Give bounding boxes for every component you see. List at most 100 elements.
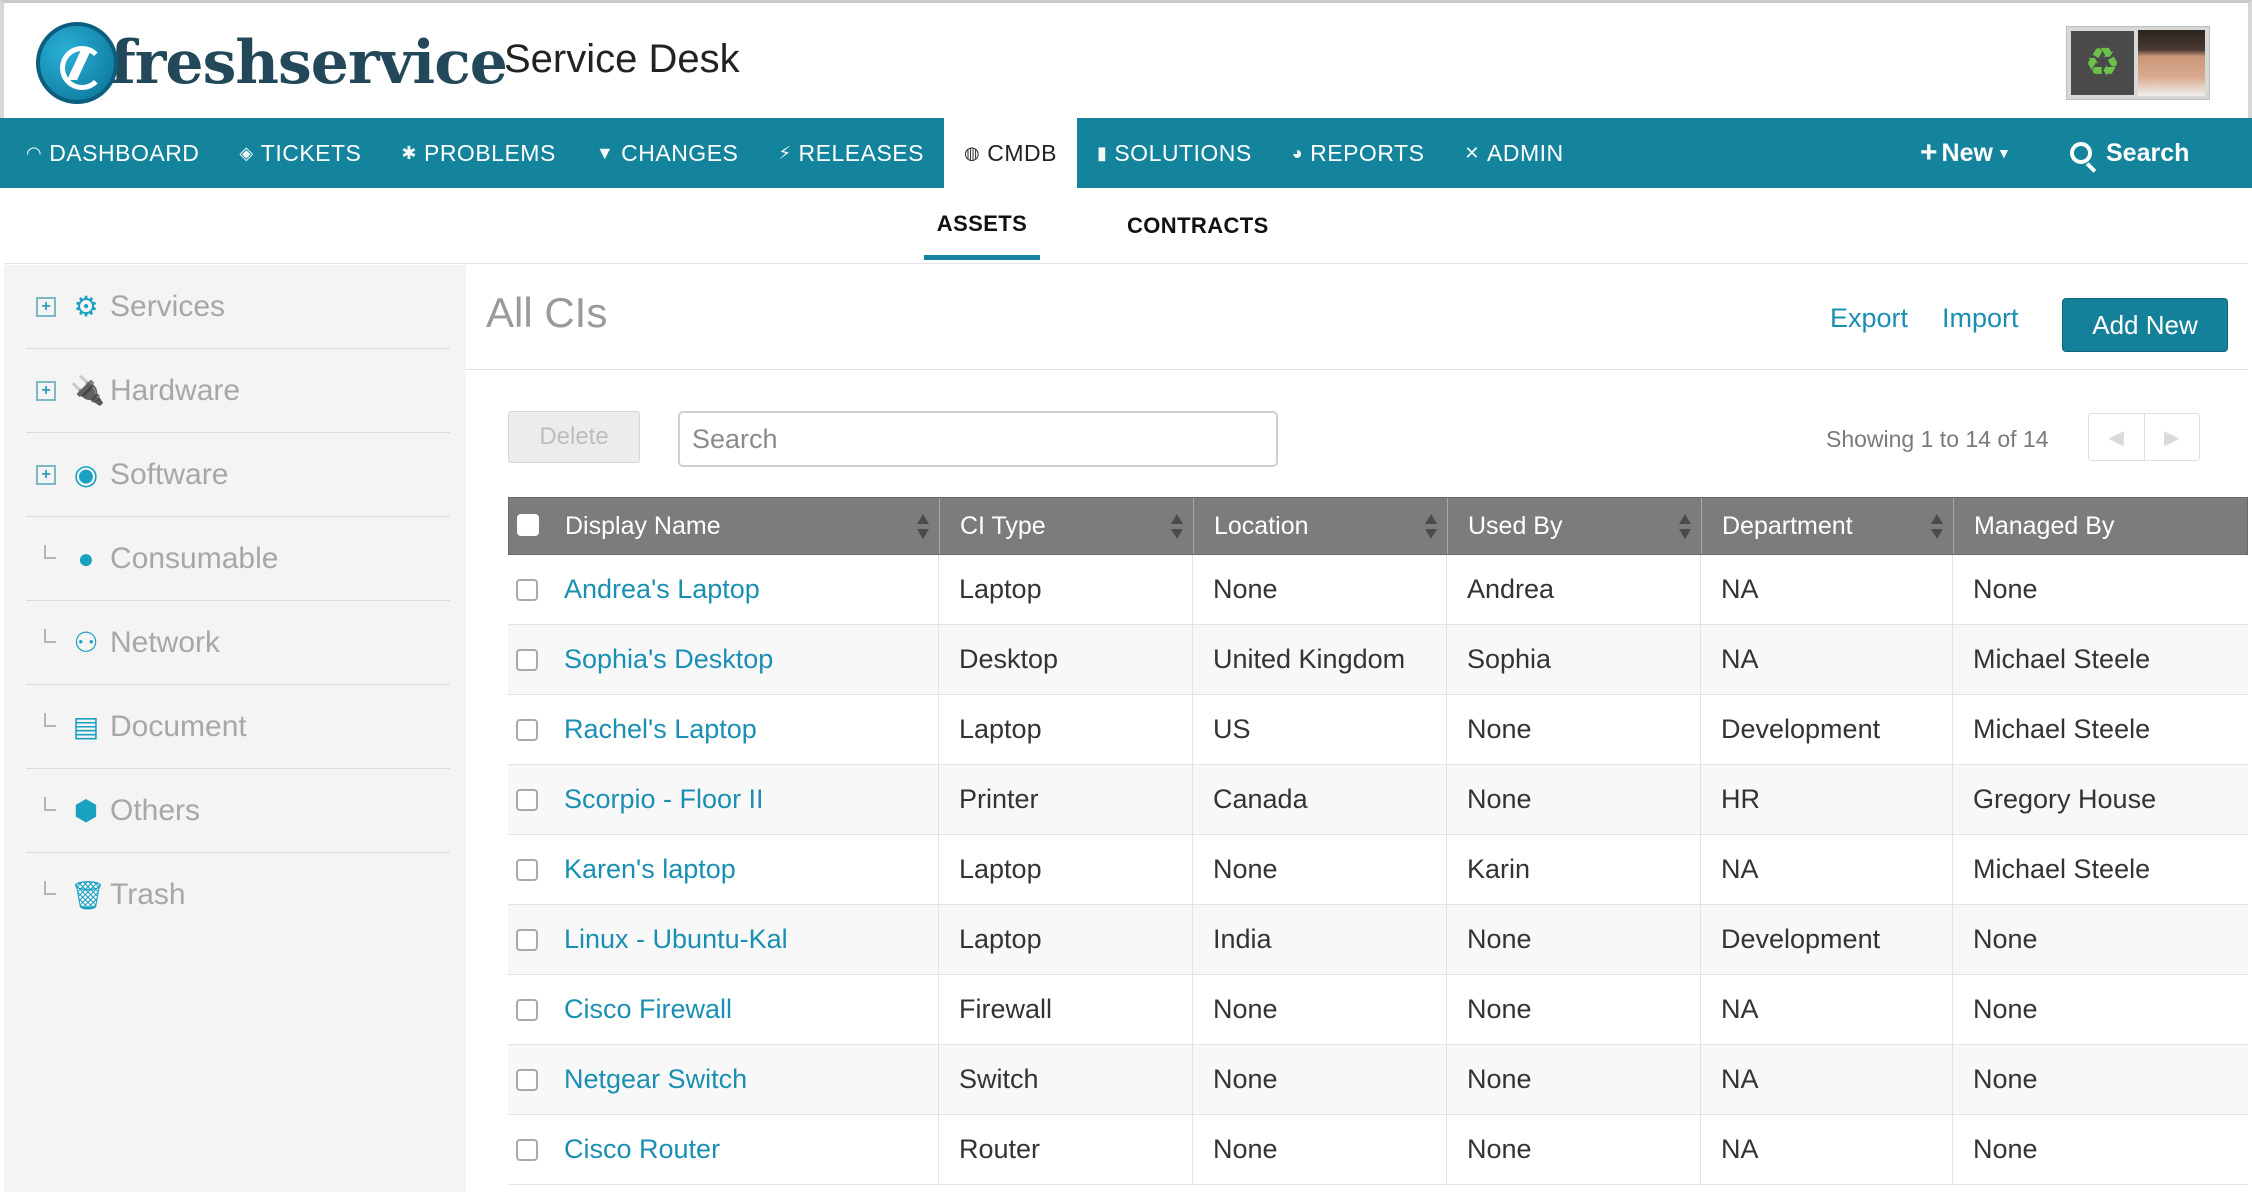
nav-dashboard[interactable]: ◠ DASHBOARD (0, 118, 219, 188)
caret-down-icon: ▼ (1996, 145, 2011, 161)
select-all-checkbox[interactable] (517, 514, 539, 536)
sidebar-item-document[interactable]: ▤ Document (26, 685, 450, 769)
cell-text: Sophia (1467, 644, 1552, 674)
ci-search-input[interactable] (678, 411, 1278, 467)
expand-icon[interactable]: + (36, 380, 56, 401)
ci-name-link[interactable]: Cisco Router (564, 1134, 720, 1165)
import-link[interactable]: Import (1942, 303, 2019, 334)
column-header-ci-type[interactable]: CI Type (940, 498, 1194, 554)
prev-page-icon[interactable]: ◀ (2089, 414, 2145, 460)
sidebar-item-services[interactable]: + ⚙ Services (26, 265, 450, 349)
export-link[interactable]: Export (1830, 303, 1908, 334)
cell-used-by: Sophia (1447, 625, 1701, 694)
cell-text: Firewall (959, 994, 1053, 1024)
ci-name-link[interactable]: Linux - Ubuntu-Kal (564, 924, 788, 955)
expand-icon[interactable]: + (36, 464, 56, 485)
sidebar-item-hardware[interactable]: + 🔌 Hardware (26, 349, 450, 433)
table-row[interactable]: Netgear Switch Switch None None NA None (508, 1045, 2248, 1115)
delete-button[interactable]: Delete (508, 411, 640, 463)
nav-releases[interactable]: ⚡ RELEASES (758, 118, 944, 188)
row-checkbox[interactable] (516, 579, 538, 601)
row-checkbox[interactable] (516, 649, 538, 671)
table-row[interactable]: Rachel's Laptop Laptop US None Development Mi… (508, 695, 2248, 765)
cell-text: Michael Steele (1973, 854, 2151, 884)
nav-problems[interactable]: ✱ PROBLEMS (381, 118, 575, 188)
table-row[interactable]: Linux - Ubuntu-Kal Laptop India None Develop… (508, 905, 2248, 975)
nav-reports[interactable]: ◕ REPORTS (1272, 118, 1445, 188)
sort-icon[interactable] (917, 514, 929, 540)
tab-contracts[interactable]: CONTRACTS (1127, 188, 1269, 264)
row-checkbox[interactable] (516, 719, 538, 741)
nav-tickets[interactable]: ◈ TICKETS (219, 118, 381, 188)
ci-name-link[interactable]: Cisco Firewall (564, 994, 732, 1025)
row-checkbox[interactable] (516, 1069, 538, 1091)
user-avatar[interactable]: ♻ (2066, 26, 2210, 100)
sort-icon[interactable] (1931, 514, 1943, 540)
cell-department: NA (1701, 625, 1953, 694)
column-header-location[interactable]: Location (1194, 498, 1448, 554)
cell-managed-by: None (1953, 1045, 2205, 1114)
tab-assets[interactable]: ASSETS (924, 188, 1040, 260)
table-row[interactable]: Andrea's Laptop Laptop None Andrea NA None (508, 555, 2248, 625)
sidebar-item-others[interactable]: ⬢ Others (26, 769, 450, 853)
cell-text: None (1467, 1134, 1532, 1164)
global-search-button[interactable]: Search (2070, 118, 2189, 188)
cell-text: US (1213, 714, 1251, 744)
freshservice-logo[interactable]: freshservice (36, 15, 508, 111)
nav-cmdb[interactable]: ◍ CMDB (943, 118, 1077, 188)
next-page-icon[interactable]: ▶ (2145, 414, 2200, 460)
sidebar-item-network[interactable]: ⚇ Network (26, 601, 450, 685)
nav-changes[interactable]: ▼ CHANGES (576, 118, 759, 188)
tree-connector (44, 713, 56, 727)
table-row[interactable]: Cisco Router Router None None NA None (508, 1115, 2248, 1185)
row-checkbox[interactable] (516, 1139, 538, 1161)
column-header-display-name[interactable]: Display Name (509, 498, 940, 554)
main-nav: ◠ DASHBOARD ◈ TICKETS ✱ PROBLEMS ▼ CHANG… (0, 118, 2252, 188)
sort-icon[interactable] (1679, 514, 1691, 540)
cell-location: None (1193, 1045, 1447, 1114)
row-checkbox[interactable] (516, 789, 538, 811)
table-row[interactable]: Cisco Firewall Firewall None None NA None (508, 975, 2248, 1045)
cell-location: Canada (1193, 765, 1447, 834)
cell-text: Laptop (959, 714, 1042, 744)
ci-name-link[interactable]: Rachel's Laptop (564, 714, 757, 745)
cell-text: NA (1721, 1134, 1759, 1164)
cell-text: None (1467, 1064, 1532, 1094)
plug-icon: 🔌 (70, 375, 105, 406)
nav-admin[interactable]: ✕ ADMIN (1444, 118, 1583, 188)
column-header-used-by[interactable]: Used By (1448, 498, 1702, 554)
cell-text: None (1973, 1134, 2038, 1164)
table-row[interactable]: Scorpio - Floor II Printer Canada None HR Gre… (508, 765, 2248, 835)
sort-icon[interactable] (1171, 514, 1183, 540)
ci-name-link[interactable]: Andrea's Laptop (564, 574, 760, 605)
row-checkbox[interactable] (516, 859, 538, 881)
ci-name-link[interactable]: Karen's laptop (564, 854, 736, 885)
table-header: Display Name CI Type Location Used By De… (508, 497, 2248, 555)
ci-name-link[interactable]: Sophia's Desktop (564, 644, 773, 675)
expand-icon[interactable]: + (36, 296, 56, 317)
ci-name-link[interactable]: Netgear Switch (564, 1064, 747, 1095)
column-header-department[interactable]: Department (1702, 498, 1954, 554)
cell-display-name: Netgear Switch (508, 1045, 939, 1114)
cell-text: NA (1721, 644, 1759, 674)
cell-text: Development (1721, 714, 1881, 744)
nav-solutions[interactable]: ▮ SOLUTIONS (1077, 118, 1272, 188)
cell-text: None (1467, 924, 1532, 954)
sidebar-item-trash[interactable]: 🗑 Trash (26, 853, 450, 937)
pie-chart-icon: ◕ (1291, 142, 1304, 163)
table-row[interactable]: Karen's laptop Laptop None Karin NA Michael S… (508, 835, 2248, 905)
cell-department: NA (1701, 555, 1953, 624)
nav-label: CHANGES (621, 139, 739, 166)
row-checkbox[interactable] (516, 999, 538, 1021)
sidebar-item-software[interactable]: + ◉ Software (26, 433, 450, 517)
sort-icon[interactable] (1425, 514, 1437, 540)
cell-display-name: Rachel's Laptop (508, 695, 939, 764)
ci-name-link[interactable]: Scorpio - Floor II (564, 784, 764, 815)
sidebar-item-consumable[interactable]: ● Consumable (26, 517, 450, 601)
search-icon (2070, 142, 2092, 164)
table-row[interactable]: Sophia's Desktop Desktop United Kingdom Sop… (508, 625, 2248, 695)
add-new-button[interactable]: Add New (2062, 298, 2228, 352)
column-header-managed-by[interactable]: Managed By (1954, 498, 2206, 554)
new-button[interactable]: + New ▼ (1920, 118, 2011, 188)
row-checkbox[interactable] (516, 929, 538, 951)
